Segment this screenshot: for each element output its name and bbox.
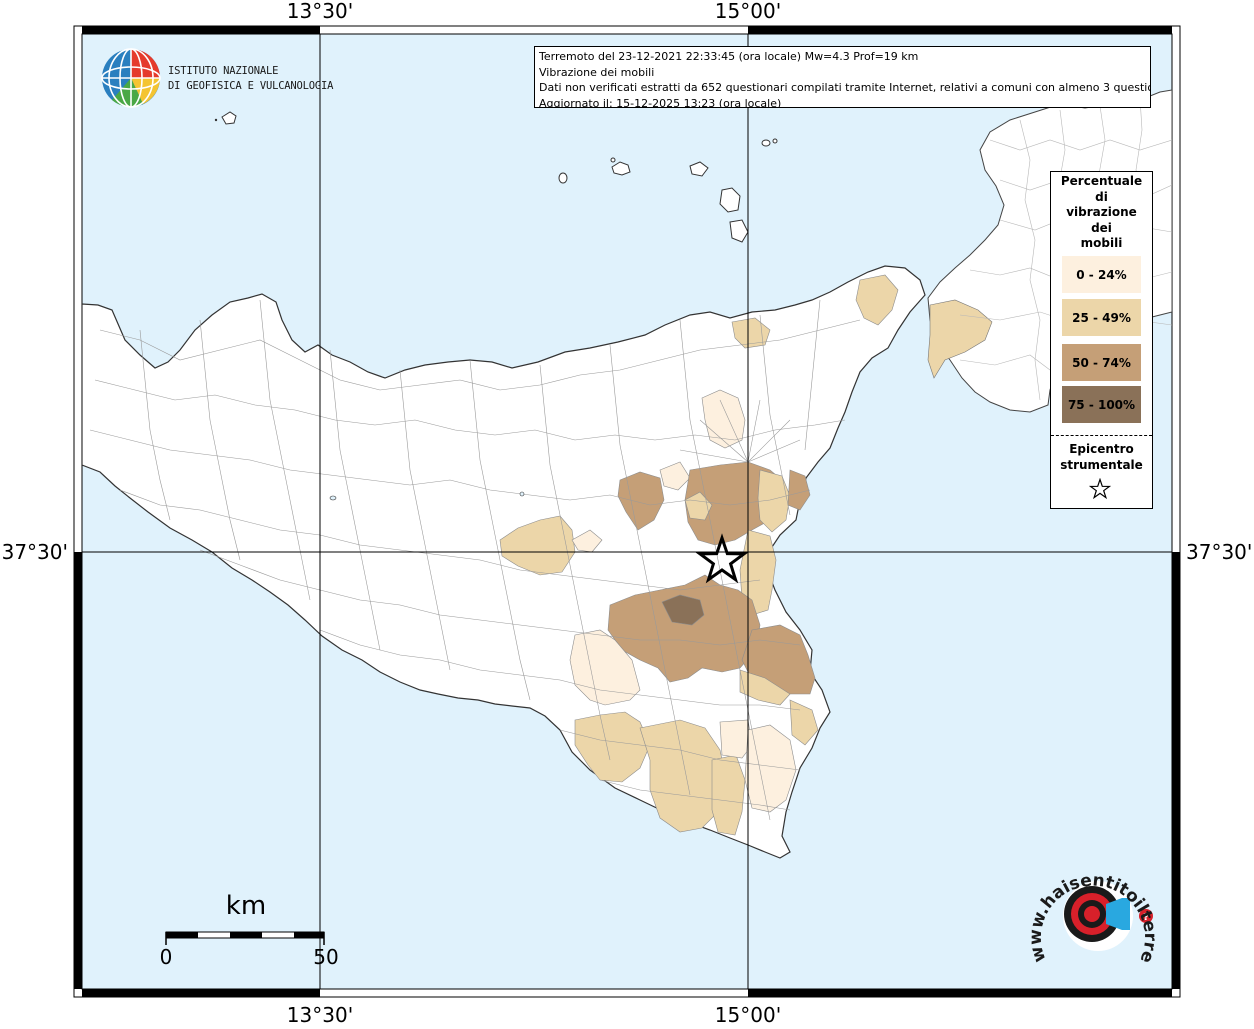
event-data-note: Dati non verificati estratti da 652 ques… — [539, 81, 1151, 94]
ingv-line1: ISTITUTO NAZIONALE — [168, 65, 278, 77]
legend-title: Percentuale di vibrazione dei mobili — [1060, 174, 1143, 250]
legend-divider — [1051, 435, 1152, 436]
legend: Percentuale di vibrazione dei mobili 0 -… — [1050, 171, 1153, 509]
lon-label-bottom-2: 15°00' — [715, 1003, 781, 1024]
event-updated: Aggiornato il: 15-12-2025 13:23 (ora loc… — [539, 96, 782, 108]
intensity-map: 13°30' 15°00' 13°30' 15°00' 37°30' 37°30… — [0, 0, 1252, 1027]
event-title: Terremoto del 23-12-2021 22:33:45 (ora l… — [539, 50, 919, 63]
legend-class-2: 25 - 49% — [1062, 299, 1141, 336]
lon-label-top-1: 13°30' — [287, 0, 353, 23]
map-stage: 13°30' 15°00' 13°30' 15°00' 37°30' 37°30… — [0, 0, 1254, 1027]
lon-label-top-2: 15°00' — [715, 0, 781, 23]
ingv-line2: DI GEOFISICA E VULCANOLOGIA — [168, 80, 334, 92]
event-subject: Vibrazione dei mobili — [539, 65, 655, 79]
scale-max: 50 — [313, 945, 338, 969]
legend-epicenter-label: Epicentro strumentale — [1060, 442, 1143, 472]
star-icon — [1089, 478, 1111, 500]
lon-label-bottom-1: 13°30' — [287, 1003, 353, 1024]
legend-class-1: 0 - 24% — [1062, 256, 1141, 293]
event-info-box: Terremoto del 23-12-2021 22:33:45 (ora l… — [534, 46, 1151, 108]
scale-min: 0 — [160, 945, 173, 969]
lat-label-right: 37°30' — [1186, 540, 1252, 564]
scale-unit: km — [226, 891, 266, 921]
legend-class-4: 75 - 100% — [1062, 386, 1141, 423]
lat-label-left: 37°30' — [2, 540, 68, 564]
legend-class-3: 50 - 74% — [1062, 344, 1141, 381]
